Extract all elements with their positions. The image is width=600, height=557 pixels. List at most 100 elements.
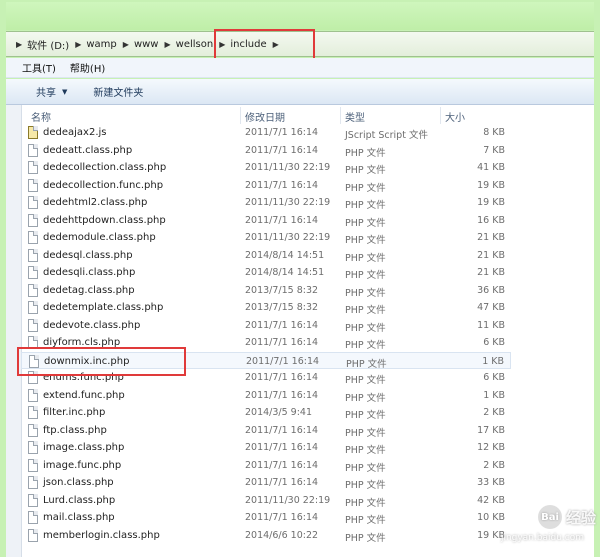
chevron-right-icon[interactable]: ▶ bbox=[123, 40, 129, 49]
table-row[interactable]: json.class.php 2011/7/1 16:14 PHP 文件 33 KB bbox=[21, 474, 511, 492]
table-row[interactable]: dedehttpdown.class.php 2011/7/1 16:14 PHP … bbox=[21, 212, 511, 230]
file-icon bbox=[28, 266, 38, 279]
file-name: dedehttpdown.class.php bbox=[43, 214, 166, 226]
watermark-text: 经验 bbox=[565, 508, 596, 527]
breadcrumb-www[interactable]: www ▶ bbox=[134, 32, 176, 56]
file-size: 10 KB bbox=[477, 512, 505, 523]
menu-help[interactable]: 帮助(H) bbox=[70, 60, 105, 75]
watermark-url: jingyan.baidu.com bbox=[500, 533, 584, 543]
table-row[interactable]: extend.func.php 2011/7/1 16:14 PHP 文件 1 KB bbox=[21, 387, 511, 405]
file-icon bbox=[28, 388, 38, 402]
file-type: PHP 文件 bbox=[345, 532, 386, 544]
file-date: 2011/7/1 16:14 bbox=[245, 512, 319, 523]
file-type: PHP 文件 bbox=[345, 392, 386, 404]
file-size: 12 KB bbox=[477, 442, 505, 453]
file-type: PHP 文件 bbox=[345, 340, 386, 351]
column-type[interactable]: 类型 bbox=[345, 109, 365, 124]
table-row[interactable]: dedemodule.class.php 2011/11/30 22:19 PHP … bbox=[21, 229, 511, 247]
file-icon bbox=[28, 406, 38, 419]
file-size: 6 KB bbox=[483, 372, 505, 383]
new-folder-label: 新建文件夹 bbox=[93, 88, 144, 99]
column-size[interactable]: 大小 bbox=[445, 109, 465, 124]
chevron-right-icon[interactable]: ▶ bbox=[16, 40, 22, 49]
file-name: dedevote.class.php bbox=[43, 319, 141, 331]
command-bar: 共享 ▼ 新建文件夹 bbox=[6, 79, 594, 105]
breadcrumb-drive[interactable]: 软件 (D:) ▶ bbox=[27, 32, 86, 56]
file-icon bbox=[28, 528, 38, 542]
file-icon bbox=[28, 423, 38, 437]
table-row[interactable]: image.class.php 2011/7/1 16:14 PHP 文件 12 KB bbox=[21, 439, 511, 457]
table-row[interactable]: Lurd.class.php 2011/11/30 22:19 PHP 文件 42 K… bbox=[21, 492, 511, 510]
table-row[interactable]: dedeatt.class.php 2011/7/1 16:14 PHP 文件 7 K… bbox=[21, 142, 511, 160]
file-date: 2011/11/30 22:19 bbox=[245, 197, 331, 208]
column-divider[interactable] bbox=[440, 107, 441, 124]
file-name: dedehtml2.class.php bbox=[43, 197, 148, 208]
file-list-pane[interactable]: 名称 修改日期 类型 大小 dedeajax2.js 2011/7/1 16:14… bbox=[6, 105, 594, 557]
column-divider[interactable] bbox=[240, 107, 241, 124]
file-type: PHP 文件 bbox=[345, 270, 386, 281]
file-name: dedecollection.func.php bbox=[43, 179, 164, 191]
new-folder-button[interactable]: 新建文件夹 bbox=[93, 84, 143, 99]
file-size: 2 KB bbox=[483, 459, 505, 471]
breadcrumb-label[interactable]: 软件 (D:) bbox=[27, 37, 69, 52]
file-type: PHP 文件 bbox=[345, 462, 386, 474]
table-row[interactable]: dedetag.class.php 2013/7/15 8:32 PHP 文件 36 … bbox=[21, 282, 511, 300]
file-size: 42 KB bbox=[477, 494, 505, 506]
file-size: 33 KB bbox=[477, 477, 505, 488]
table-row[interactable]: memberlogin.class.php 2014/6/6 10:22 PHP 文… bbox=[21, 527, 511, 545]
file-icon bbox=[28, 458, 38, 472]
file-type: PHP 文件 bbox=[345, 287, 386, 299]
file-type: PHP 文件 bbox=[345, 200, 386, 211]
table-row[interactable]: filter.inc.php 2014/3/5 9:41 PHP 文件 2 KB bbox=[21, 404, 511, 422]
breadcrumb-root[interactable]: ▶ bbox=[10, 32, 27, 56]
breadcrumb-label[interactable]: wamp bbox=[86, 39, 116, 50]
file-type: PHP 文件 bbox=[346, 358, 387, 370]
share-button[interactable]: 共享 ▼ bbox=[36, 84, 67, 100]
file-size: 1 KB bbox=[482, 355, 504, 367]
table-row[interactable]: dedecollection.func.php 2011/7/1 16:14 PHP… bbox=[21, 177, 511, 195]
column-divider[interactable] bbox=[340, 107, 341, 124]
file-icon bbox=[28, 161, 38, 174]
table-row[interactable]: mail.class.php 2011/7/1 16:14 PHP 文件 10 KB bbox=[21, 509, 511, 527]
column-name[interactable]: 名称 bbox=[31, 109, 51, 124]
file-name: json.class.php bbox=[43, 477, 114, 488]
file-icon bbox=[28, 318, 38, 332]
file-name: dedesql.class.php bbox=[43, 249, 133, 261]
file-type: PHP 文件 bbox=[345, 480, 386, 491]
table-row[interactable]: dedecollection.class.php 2011/11/30 22:19… bbox=[21, 159, 511, 177]
file-type: JScript Script 文件 bbox=[345, 130, 428, 141]
file-size: 11 KB bbox=[477, 319, 505, 331]
breadcrumb-label[interactable]: www bbox=[134, 39, 159, 50]
breadcrumb-wamp[interactable]: wamp ▶ bbox=[86, 32, 134, 56]
table-row[interactable]: ftp.class.php 2011/7/1 16:14 PHP 文件 17 KB bbox=[21, 422, 511, 440]
table-row[interactable]: dedesql.class.php 2014/8/14 14:51 PHP 文件 21… bbox=[21, 247, 511, 265]
menu-tools[interactable]: 工具(T) bbox=[22, 60, 56, 75]
file-type: PHP 文件 bbox=[345, 182, 386, 194]
file-size: 21 KB bbox=[477, 267, 505, 278]
chevron-right-icon[interactable]: ▶ bbox=[164, 40, 170, 49]
table-row[interactable]: image.func.php 2011/7/1 16:14 PHP 文件 2 KB bbox=[21, 457, 511, 475]
file-name: dedeatt.class.php bbox=[43, 144, 133, 156]
table-row[interactable]: dedetemplate.class.php 2013/7/15 8:32 PHP … bbox=[21, 299, 511, 317]
column-date[interactable]: 修改日期 bbox=[245, 109, 285, 124]
file-date: 2011/7/1 16:14 bbox=[245, 459, 319, 471]
file-date: 2011/7/1 16:14 bbox=[246, 355, 320, 367]
file-name: Lurd.class.php bbox=[43, 494, 116, 506]
watermark-logo: Bai 经验 bbox=[537, 505, 596, 529]
file-name: filter.inc.php bbox=[43, 407, 106, 418]
share-button-label: 共享 bbox=[36, 88, 56, 99]
file-size: 1 KB bbox=[483, 389, 505, 401]
table-row[interactable]: dedehtml2.class.php 2011/11/30 22:19 PHP 文… bbox=[21, 194, 511, 212]
chevron-right-icon[interactable]: ▶ bbox=[75, 40, 81, 49]
table-row[interactable]: dedeajax2.js 2011/7/1 16:14 JScript Script… bbox=[21, 124, 511, 142]
navigation-pane-edge bbox=[6, 105, 22, 557]
table-row[interactable]: dedevote.class.php 2011/7/1 16:14 PHP 文件 11… bbox=[21, 317, 511, 335]
breadcrumb-label[interactable]: wellson bbox=[176, 39, 214, 50]
file-date: 2011/7/1 16:14 bbox=[245, 477, 319, 488]
file-name: mail.class.php bbox=[43, 512, 115, 523]
column-header: 名称 修改日期 类型 大小 bbox=[21, 107, 511, 124]
file-size: 21 KB bbox=[477, 232, 505, 243]
table-row[interactable]: dedesqli.class.php 2014/8/14 14:51 PHP 文件 2… bbox=[21, 264, 511, 282]
file-type: PHP 文件 bbox=[345, 235, 386, 246]
file-icon bbox=[28, 441, 38, 454]
